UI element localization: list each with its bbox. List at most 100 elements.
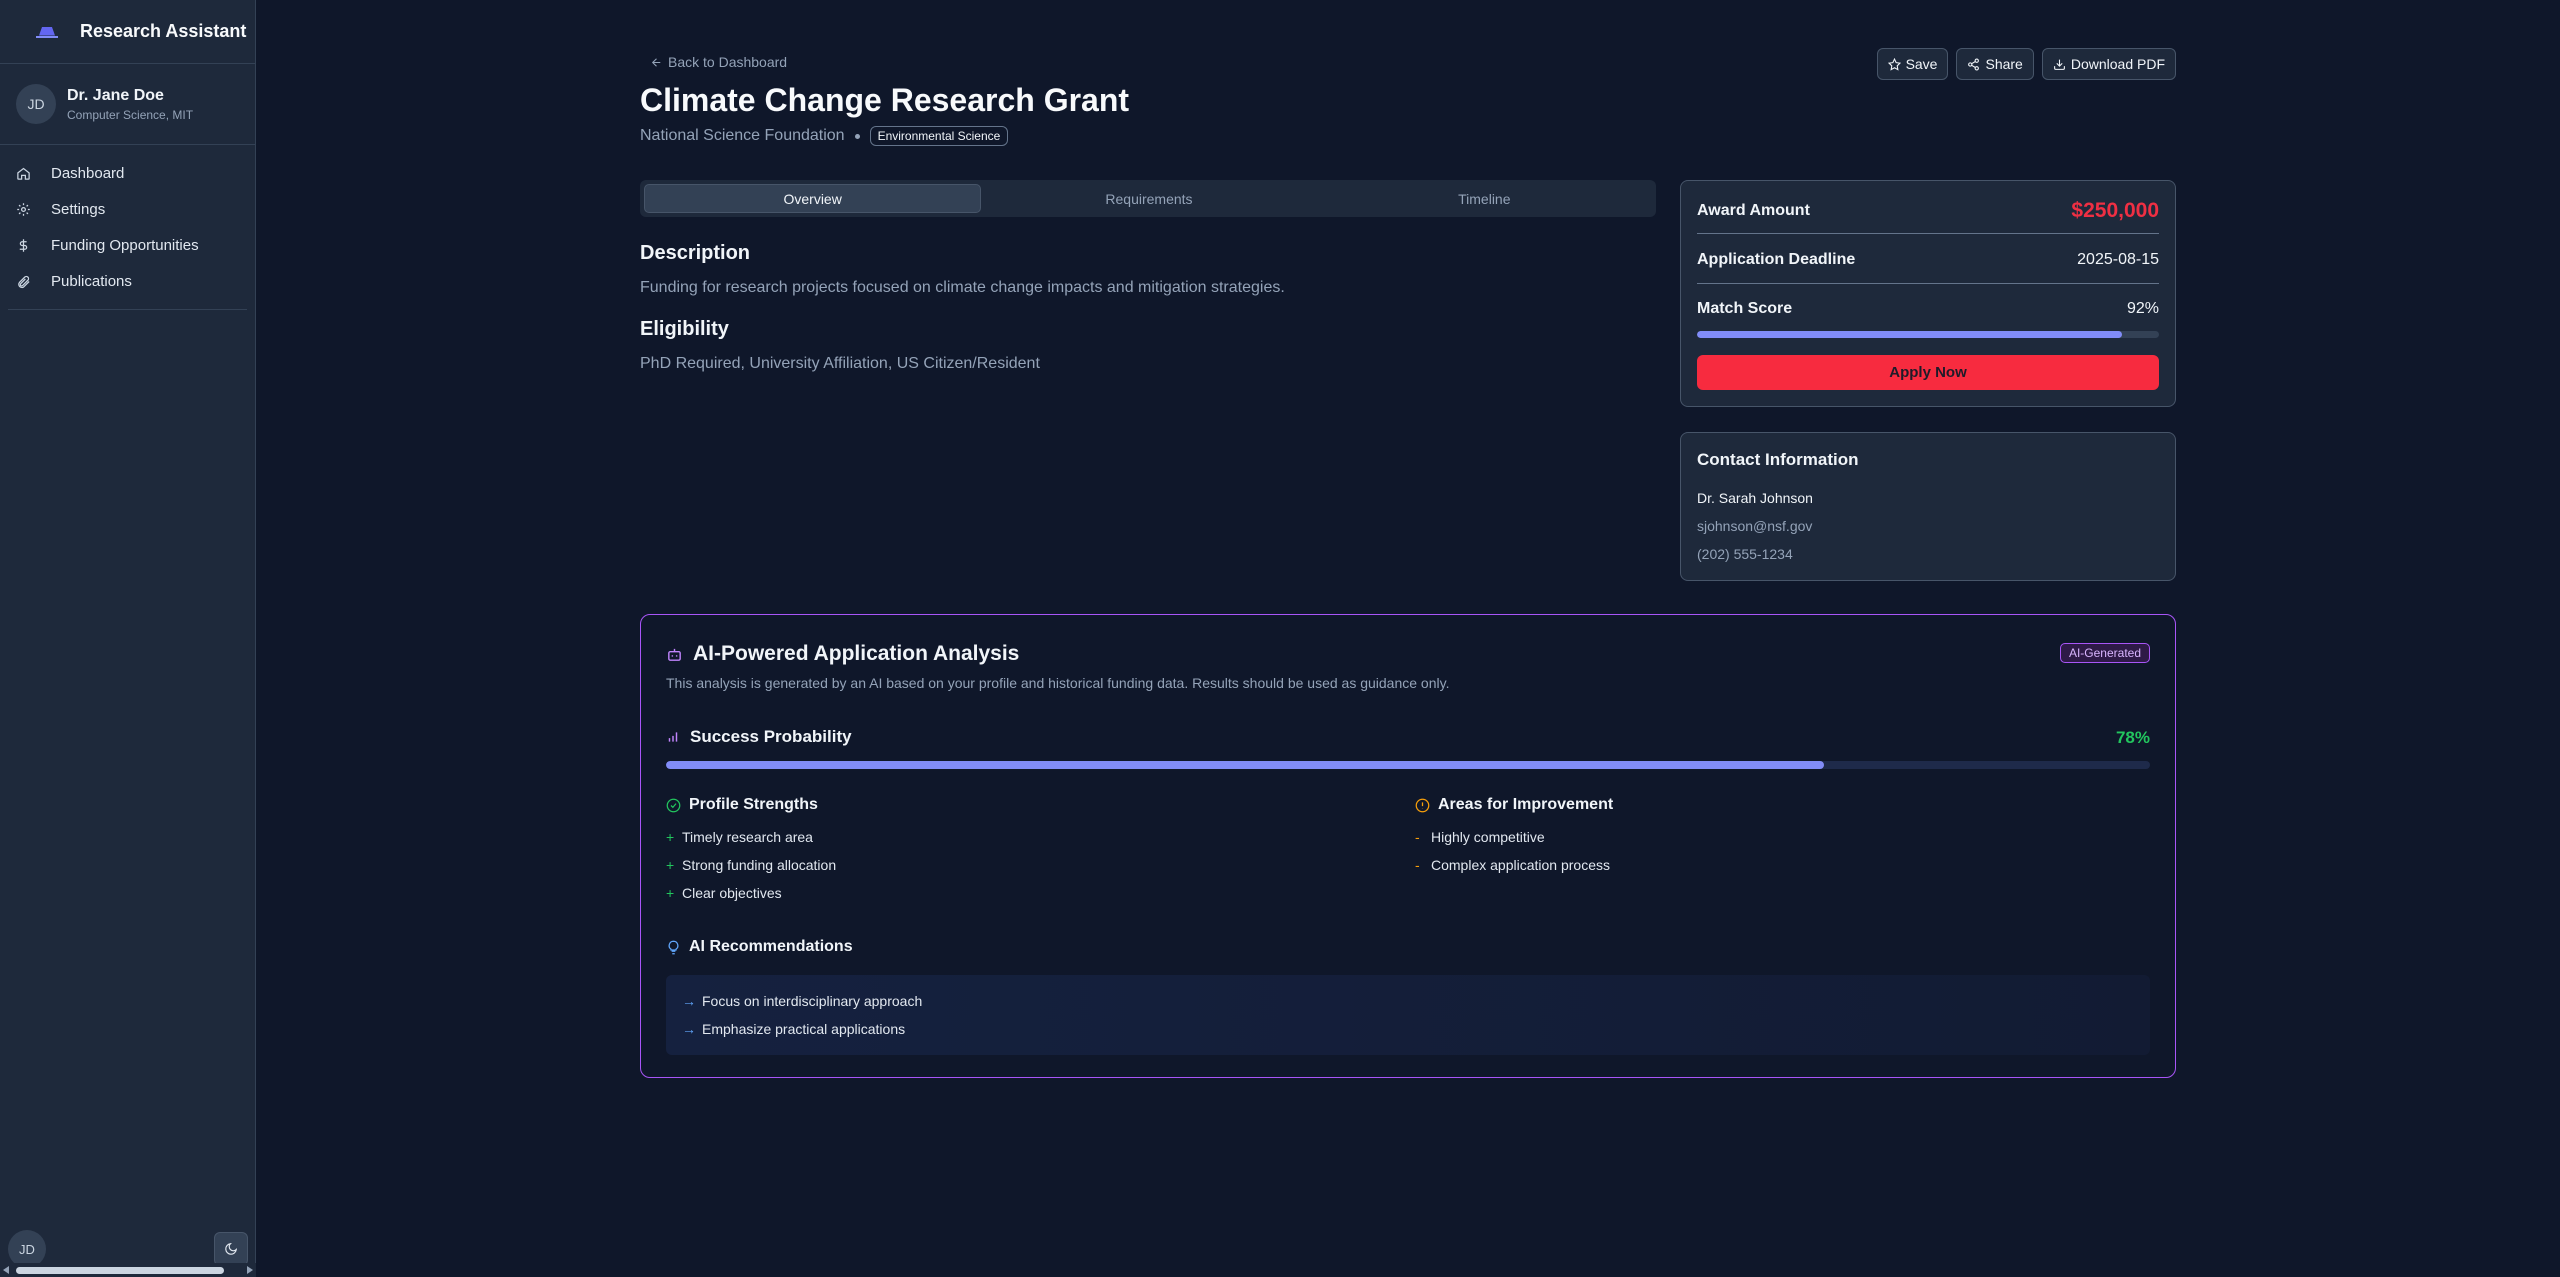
match-row: Match Score 92% [1697, 300, 2159, 318]
star-icon [1887, 57, 1901, 71]
horizontal-scrollbar[interactable] [0, 1263, 256, 1277]
download-pdf-button[interactable]: Download PDF [2041, 48, 2176, 80]
match-progress-fill [1697, 331, 2123, 338]
description-text: Funding for research projects focused on… [640, 279, 1285, 296]
page-title: Climate Change Research Grant [640, 82, 1130, 118]
gear-icon [17, 202, 30, 216]
separator-dot [854, 133, 860, 139]
list-item: + Timely research area [666, 823, 836, 851]
improvements-heading-text: Areas for Improvement [1438, 796, 1614, 813]
strength-text: Timely research area [682, 829, 813, 845]
strengths-heading-text: Profile Strengths [689, 796, 818, 813]
strengths-list: + Timely research area + Strong funding al… [666, 823, 836, 907]
plus-icon: + [666, 829, 675, 845]
download-icon [2053, 59, 2065, 70]
download-label: Download PDF [2070, 56, 2165, 72]
scroll-left-icon[interactable] [3, 1266, 9, 1274]
tab-overview[interactable]: Overview [644, 184, 982, 213]
match-label: Match Score [1697, 300, 1793, 317]
save-button[interactable]: Save [1876, 48, 1949, 80]
sidebar-item-label: Settings [51, 200, 106, 218]
match-value: 92% [2126, 300, 2159, 317]
minus-icon: - [1415, 829, 1420, 845]
recommendations-heading-text: AI Recommendations [689, 938, 853, 955]
recommendations-list: → Focus on interdisciplinary approach → Em… [666, 975, 2150, 1055]
sidebar-item-label: Publications [51, 272, 132, 290]
alert-circle-icon [1415, 798, 1430, 812]
divider [1697, 233, 2159, 234]
success-progress-bar [666, 761, 2150, 769]
award-label: Award Amount [1697, 202, 1810, 219]
eligibility-heading: Eligibility [640, 318, 729, 340]
award-row: Award Amount $250,000 [1697, 199, 2159, 223]
sidebar-item-publications[interactable]: Publications [8, 263, 247, 299]
ai-generated-badge: AI-Generated [2059, 643, 2150, 663]
list-item: → Focus on interdisciplinary approach [682, 987, 2150, 1015]
ai-title-text: AI-Powered Application Analysis [693, 642, 1020, 665]
areas-for-improvement: Areas for Improvement - Highly competitiv… [1415, 795, 1613, 879]
contact-name: Dr. Sarah Johnson [1697, 490, 1813, 506]
deadline-row: Application Deadline 2025-08-15 [1697, 251, 2159, 269]
improvement-text: Highly competitive [1431, 829, 1545, 845]
share-icon [1968, 58, 1980, 70]
sidebar-item-funding[interactable]: Funding Opportunities [8, 227, 247, 263]
user-name: Dr. Jane Doe [67, 86, 164, 104]
dollar-icon [19, 238, 28, 252]
moon-icon [225, 1242, 238, 1255]
sidebar-item-label: Funding Opportunities [51, 236, 199, 254]
apply-now-button[interactable]: Apply Now [1697, 355, 2159, 390]
award-value: $250,000 [2071, 199, 2159, 222]
scroll-thumb[interactable] [16, 1267, 224, 1274]
contact-phone[interactable]: (202) 555-1234 [1697, 546, 1793, 562]
scroll-right-icon[interactable] [247, 1266, 253, 1274]
success-probability-label: Success Probability [666, 727, 852, 747]
grant-meta: National Science Foundation Environmenta… [640, 126, 1009, 146]
avatar: JD [16, 84, 56, 124]
tab-timeline[interactable]: Timeline [1317, 184, 1652, 213]
plus-icon: + [666, 857, 675, 873]
profile-strengths: Profile Strengths + Timely research area … [666, 795, 836, 907]
description-heading: Description [640, 242, 751, 264]
list-item: - Complex application process [1415, 851, 1613, 879]
tab-bar: Overview Requirements Timeline [640, 180, 1656, 217]
match-progress-bar [1697, 331, 2159, 338]
list-item: + Clear objectives [666, 879, 836, 907]
brand[interactable]: Research Assistant [0, 0, 255, 64]
robot-icon [668, 648, 681, 661]
contact-card: Contact Information Dr. Sarah Johnson sj… [1680, 432, 2176, 581]
save-label: Save [1905, 56, 1938, 72]
tab-requirements[interactable]: Requirements [981, 184, 1316, 213]
strengths-heading: Profile Strengths [666, 795, 836, 815]
strength-text: Strong funding allocation [682, 857, 837, 873]
improvements-heading: Areas for Improvement [1415, 795, 1613, 815]
user-affiliation: Computer Science, MIT [67, 107, 194, 122]
strength-text: Clear objectives [682, 885, 782, 901]
sidebar-item-dashboard[interactable]: Dashboard [8, 155, 247, 191]
logo-icon [36, 25, 58, 39]
share-button[interactable]: Share [1956, 48, 2034, 80]
list-item: - Highly competitive [1415, 823, 1613, 851]
user-profile[interactable]: JD Dr. Jane Doe Computer Science, MIT [0, 64, 255, 145]
organization: National Science Foundation [640, 127, 845, 144]
arrow-right-icon: → [682, 1021, 696, 1037]
improvements-list: - Highly competitive - Complex application… [1415, 823, 1613, 879]
plus-icon: + [666, 885, 675, 901]
back-to-dashboard-link[interactable]: Back to Dashboard [650, 54, 787, 70]
action-toolbar: Save Share Download PDF [1876, 48, 2176, 80]
theme-toggle-button[interactable] [214, 1232, 248, 1266]
lightbulb-icon [668, 940, 679, 954]
sidebar-item-settings[interactable]: Settings [8, 191, 247, 227]
divider [1697, 283, 2159, 284]
home-icon [17, 167, 30, 180]
back-link-label: Back to Dashboard [668, 54, 788, 70]
check-circle-icon [666, 798, 681, 812]
ai-analysis-panel: AI-Powered Application Analysis AI-Gener… [640, 614, 2176, 1078]
contact-heading: Contact Information [1697, 450, 1859, 469]
category-tag: Environmental Science [869, 126, 1009, 146]
bar-chart-icon [668, 732, 678, 742]
deadline-value: 2025-08-15 [2077, 251, 2159, 268]
paperclip-icon [18, 275, 30, 288]
recommendation-text: Focus on interdisciplinary approach [702, 993, 923, 1009]
ai-recommendations-heading: AI Recommendations [666, 938, 853, 956]
contact-email[interactable]: sjohnson@nsf.gov [1697, 518, 1812, 534]
